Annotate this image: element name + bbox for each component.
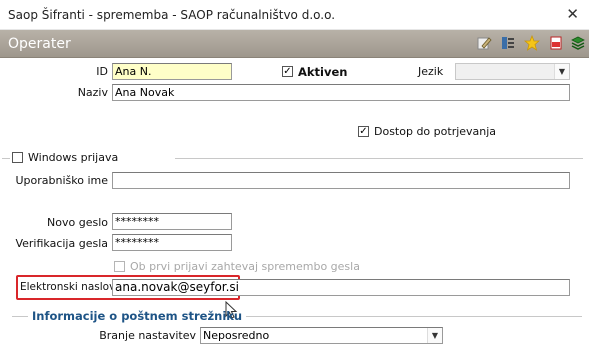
novo-geslo-label: Novo geslo	[47, 216, 108, 229]
naziv-field[interactable]: Ana Novak	[112, 84, 570, 101]
uporabnisko-ime-field[interactable]	[112, 172, 570, 189]
aktiven-label: Aktiven	[298, 65, 348, 79]
star-icon[interactable]	[523, 34, 541, 53]
branje-nastavitev-select[interactable]: Neposredno ▼	[200, 327, 443, 344]
jezik-label: Jezik	[418, 65, 444, 78]
windows-prijava-label: Windows prijava	[28, 151, 119, 164]
elektronski-naslov-field[interactable]: ana.novak@seyfor.si	[112, 279, 570, 296]
book-icon[interactable]	[569, 35, 587, 53]
close-icon[interactable]: ✕	[566, 5, 579, 23]
edit-icon[interactable]	[475, 35, 493, 53]
branje-nastavitev-label: Branje nastavitev	[99, 329, 196, 342]
informacije-group-title: Informacije o poštnem strežniku	[32, 309, 243, 323]
window-titlebar: Saop Šifranti - sprememba - SAOP računal…	[0, 0, 589, 30]
naziv-label: Naziv	[77, 86, 108, 99]
elektronski-naslov-label: Elektronski naslov	[20, 281, 116, 293]
dostop-checkbox[interactable]: ✓	[358, 126, 369, 137]
id-field[interactable]: Ana N.	[112, 63, 232, 80]
novo-geslo-field[interactable]: ********	[112, 213, 232, 230]
informacije-group-line-left	[12, 316, 28, 317]
form-header: Operater	[0, 30, 589, 58]
zahtevaj-checkbox[interactable]	[114, 261, 125, 272]
verifikacija-gesla-field[interactable]: ********	[112, 234, 232, 251]
informacije-group-line-right	[246, 316, 582, 317]
aktiven-checkbox[interactable]: ✓	[282, 66, 293, 77]
id-label: ID	[96, 65, 108, 78]
verifikacija-gesla-label: Verifikacija gesla	[15, 237, 108, 250]
zahtevaj-label: Ob prvi prijavi zahtevaj spremembo gesla	[130, 260, 360, 273]
list-icon[interactable]	[499, 35, 517, 53]
windows-group-line-left	[2, 158, 10, 159]
form-header-title: Operater	[8, 36, 71, 52]
header-toolbar	[475, 34, 587, 53]
pdf-icon[interactable]	[547, 35, 565, 53]
chevron-down-icon[interactable]: ▼	[427, 328, 442, 343]
operator-form: ID Ana N. ✓ Aktiven Jezik ▼ Naziv Ana No…	[0, 58, 589, 349]
uporabnisko-ime-label: Uporabniško ime	[15, 174, 108, 187]
branje-nastavitev-value: Neposredno	[203, 329, 270, 342]
windows-prijava-checkbox[interactable]	[12, 152, 23, 163]
dostop-label: Dostop do potrjevanja	[374, 125, 497, 138]
window-title: Saop Šifranti - sprememba - SAOP računal…	[8, 8, 336, 22]
chevron-down-icon[interactable]: ▼	[554, 64, 569, 79]
jezik-select[interactable]: ▼	[455, 63, 570, 80]
windows-group-line-right	[175, 158, 583, 159]
